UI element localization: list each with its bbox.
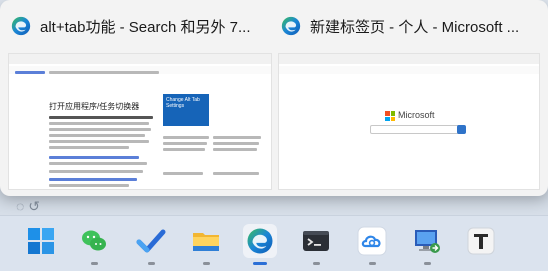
taskbar-wechat[interactable] <box>77 224 111 258</box>
taskbar-cloud-drive[interactable] <box>355 224 389 258</box>
running-indicator <box>203 262 210 265</box>
alt-tab-switcher: alt+tab功能 - Search 和另外 7... 打开应用程序/任务切换器… <box>0 0 548 196</box>
todo-checkmark-icon <box>136 229 166 253</box>
running-indicator <box>369 262 376 265</box>
taskbar-todo[interactable] <box>134 224 168 258</box>
taskbar-edge[interactable] <box>243 224 277 258</box>
thumbnail-search-button <box>457 125 466 134</box>
window-title: alt+tab功能 - Search 和另外 7... <box>40 18 251 36</box>
running-indicator <box>91 262 98 265</box>
running-indicator <box>148 262 155 265</box>
edge-icon <box>247 228 273 254</box>
edge-icon <box>11 16 31 36</box>
window-card-header: alt+tab功能 - Search 和另外 7... <box>8 6 272 46</box>
windows-start-icon <box>28 228 54 254</box>
typora-t-icon <box>467 227 495 255</box>
start-button[interactable] <box>24 224 58 258</box>
window-thumbnail: Microsoft <box>278 53 540 190</box>
remote-desktop-icon <box>415 230 440 253</box>
thumbnail-search-box <box>370 125 465 134</box>
thumbnail-heading: 打开应用程序/任务切换器 <box>49 102 140 111</box>
running-indicator <box>313 262 320 265</box>
window-card-search[interactable]: alt+tab功能 - Search 和另外 7... 打开应用程序/任务切换器… <box>8 6 272 190</box>
active-indicator <box>253 262 267 265</box>
taskbar-remote-desktop[interactable] <box>410 224 444 258</box>
window-title: 新建标签页 - 个人 - Microsoft ... <box>310 18 520 36</box>
window-card-header: 新建标签页 - 个人 - Microsoft ... <box>278 6 540 46</box>
taskbar-file-explorer[interactable] <box>189 224 223 258</box>
running-indicator <box>424 262 431 265</box>
wechat-icon <box>82 230 106 251</box>
terminal-icon <box>303 231 329 251</box>
taskbar-terminal[interactable] <box>299 224 333 258</box>
edge-icon <box>281 16 301 36</box>
microsoft-logo-icon <box>385 111 395 121</box>
microsoft-logo-text: Microsoft <box>398 110 435 120</box>
taskbar-typora[interactable] <box>464 224 498 258</box>
window-card-new-tab[interactable]: 新建标签页 - 个人 - Microsoft ... Microsoft <box>278 6 540 190</box>
thumbnail-promo: Change Alt Tab Settings <box>163 94 209 126</box>
window-thumbnail: 打开应用程序/任务切换器 Change Alt Tab Settings <box>8 53 272 190</box>
cloud-icon <box>357 226 387 256</box>
folder-icon <box>193 233 219 251</box>
background-hint: ◌ ↺ <box>16 198 40 214</box>
